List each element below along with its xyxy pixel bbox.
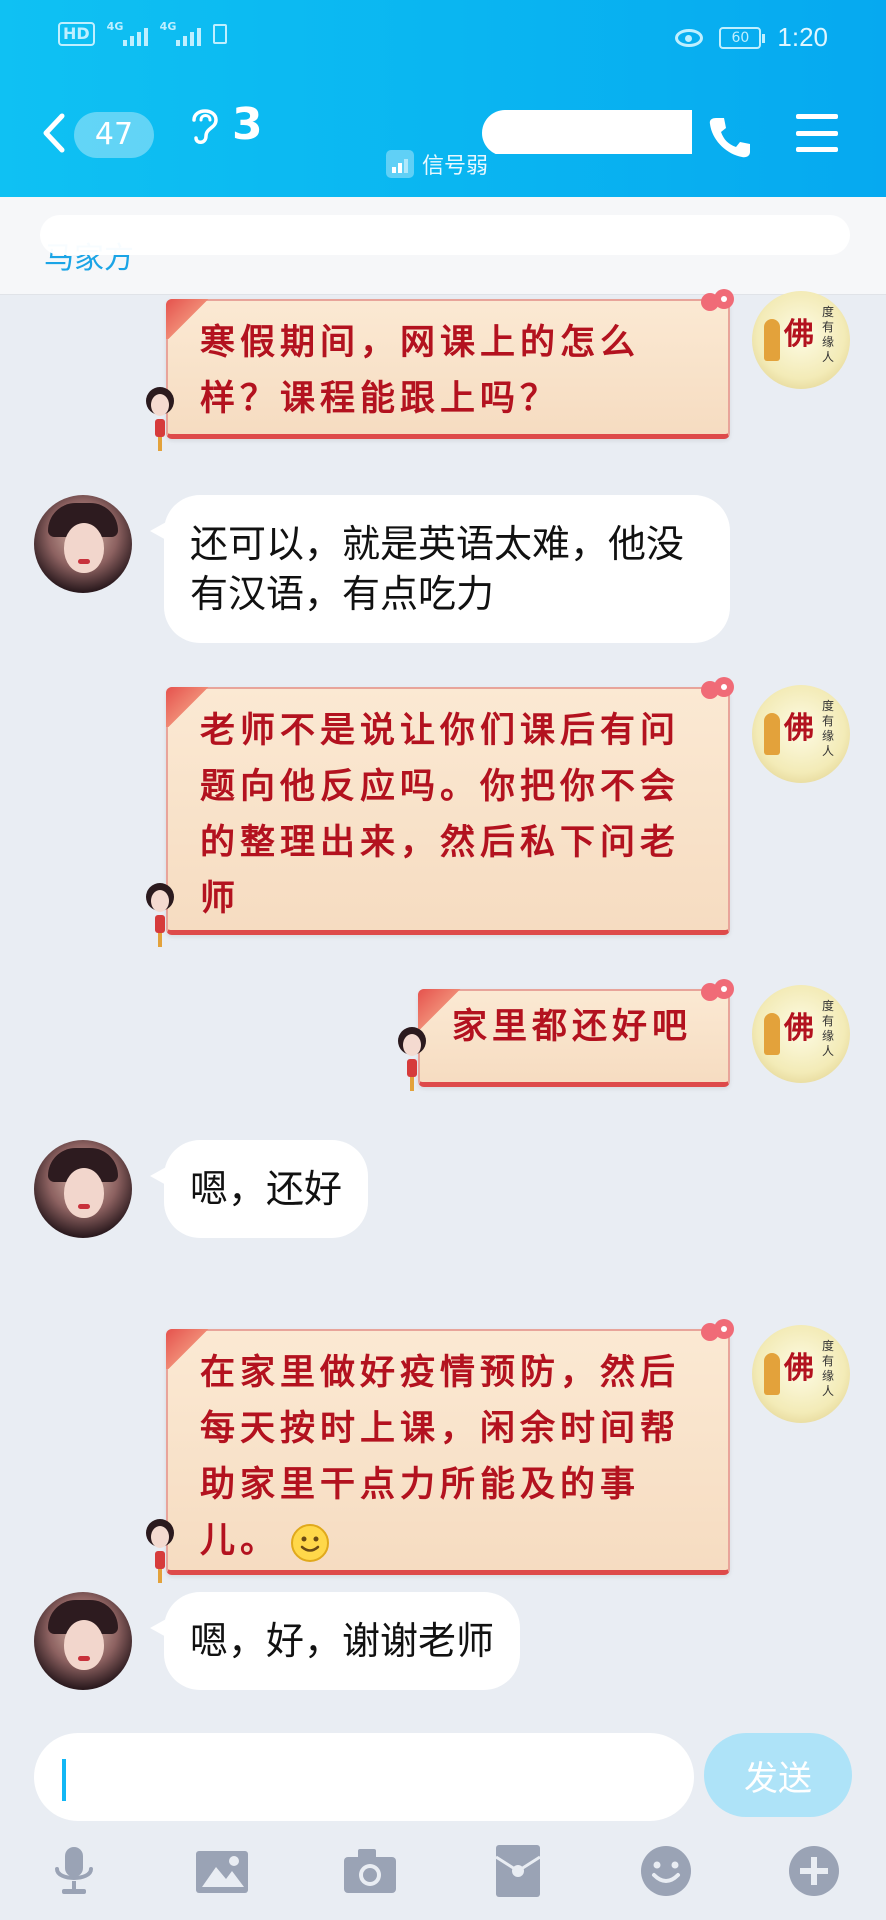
message-text: 嗯，好，谢谢老师: [190, 1619, 495, 1663]
eye-care-icon: [675, 28, 704, 47]
signal-status: 信号弱: [386, 148, 488, 180]
cell-signal-icon-2: 4G: [159, 20, 201, 46]
phone-call-icon[interactable]: [706, 114, 752, 160]
status-left: HD 4G 4G: [58, 20, 227, 46]
message-input[interactable]: [34, 1733, 694, 1821]
message-text: 嗯，还好: [190, 1167, 343, 1211]
avatar-char: 佛: [784, 711, 814, 746]
avatar[interactable]: 佛 度有缘人: [752, 985, 850, 1083]
network-label-2: 4G: [159, 20, 177, 33]
clock: 1:20: [777, 22, 828, 52]
message-card[interactable]: 老师不是说让你们课后有问题向他反应吗。你把你不会的整理出来，然后私下问老师: [146, 677, 734, 947]
input-bar: 发送: [0, 1725, 886, 1920]
status-bar: HD 4G 4G 60 1:20: [0, 0, 886, 76]
avatar-char: 佛: [784, 317, 814, 352]
message-text: 还可以，就是英语太难，他没有汉语，有点吃力: [190, 522, 685, 616]
pendant-icon: [146, 387, 174, 451]
message-text: 寒假期间，网课上的怎么样？课程能跟上吗？: [200, 322, 641, 419]
status-right: 60 1:20: [675, 22, 828, 53]
send-button[interactable]: 发送: [704, 1733, 852, 1817]
chat-title-text: 3: [232, 99, 263, 150]
flower-decoration-icon: [701, 677, 734, 699]
flower-decoration-icon: [701, 289, 734, 311]
message-text: 在家里做好疫情预防，然后每天按时上课，闲余时间帮助家里干点力所能及的事儿。: [200, 1345, 702, 1569]
signal-status-text: 信号弱: [422, 154, 489, 179]
avatar[interactable]: 佛 度有缘人: [752, 1325, 850, 1423]
avatar[interactable]: [34, 1140, 132, 1238]
message-text: 老师不是说让你们课后有问题向他反应吗。你把你不会的整理出来，然后私下问老师: [200, 710, 681, 919]
text-caret: [62, 1759, 66, 1801]
image-icon[interactable]: [194, 1843, 250, 1899]
message-text-content: 在家里做好疫情预防，然后每天按时上课，闲余时间帮助家里干点力所能及的事儿。: [200, 1352, 681, 1561]
back-arrow-icon[interactable]: [36, 110, 76, 156]
group-notice-bar[interactable]: 马家方: [0, 197, 886, 295]
network-label-1: 4G: [106, 20, 124, 33]
hd-badge: HD: [58, 22, 95, 46]
avatar-char: 佛: [784, 1011, 814, 1046]
redaction-scribble: [40, 215, 850, 255]
nav-bar: 47 3 信号弱: [0, 90, 886, 190]
avatar-char: 佛: [784, 1351, 814, 1386]
message-text: 家里都还好吧: [452, 1006, 693, 1047]
signal-bars-icon: [386, 150, 414, 178]
avatar[interactable]: [34, 495, 132, 593]
avatar[interactable]: [34, 1592, 132, 1690]
mic-icon[interactable]: [46, 1843, 102, 1899]
smile-emoji-icon: [291, 1523, 330, 1562]
camera-icon[interactable]: [342, 1843, 398, 1899]
message-card[interactable]: 家里都还好吧: [398, 979, 734, 1091]
chat-title[interactable]: 3: [232, 96, 692, 154]
emoji-icon[interactable]: [638, 1843, 694, 1899]
pendant-icon: [146, 883, 174, 947]
flower-decoration-icon: [701, 979, 734, 1001]
avatar-subtext: 度有缘人: [822, 1339, 835, 1398]
hourglass-icon: [212, 24, 227, 44]
cell-signal-icon: 4G: [106, 20, 148, 46]
pendant-icon: [146, 1519, 174, 1583]
avatar-subtext: 度有缘人: [822, 305, 835, 364]
redaction-scribble: [482, 110, 692, 154]
message-bubble[interactable]: 嗯，还好: [149, 1140, 369, 1238]
message-bubble[interactable]: 还可以，就是英语太难，他没有汉语，有点吃力: [150, 495, 730, 643]
avatar[interactable]: 佛 度有缘人: [752, 291, 850, 389]
plus-icon[interactable]: [786, 1843, 842, 1899]
message-bubble[interactable]: 嗯，好，谢谢老师: [149, 1592, 521, 1690]
unread-count-badge[interactable]: 47: [74, 112, 154, 158]
message-card[interactable]: 在家里做好疫情预防，然后每天按时上课，闲余时间帮助家里干点力所能及的事儿。: [146, 1319, 734, 1583]
ear-mode-icon[interactable]: [186, 104, 222, 148]
menu-icon[interactable]: [796, 114, 838, 152]
red-packet-icon[interactable]: [490, 1843, 546, 1899]
battery-icon: 60: [719, 26, 766, 49]
avatar-subtext: 度有缘人: [822, 999, 835, 1058]
message-list[interactable]: 佛 度有缘人 寒假期间，网课上的怎么样？课程能跟上吗？ 还可以，就是英语太难，他…: [0, 289, 886, 1725]
pendant-icon: [398, 1027, 426, 1091]
message-card[interactable]: 寒假期间，网课上的怎么样？课程能跟上吗？: [146, 289, 734, 451]
chat-header: HD 4G 4G 60 1:20 47 3 信号弱: [0, 0, 886, 197]
avatar-subtext: 度有缘人: [822, 699, 835, 758]
flower-decoration-icon: [701, 1319, 734, 1341]
avatar[interactable]: 佛 度有缘人: [752, 685, 850, 783]
